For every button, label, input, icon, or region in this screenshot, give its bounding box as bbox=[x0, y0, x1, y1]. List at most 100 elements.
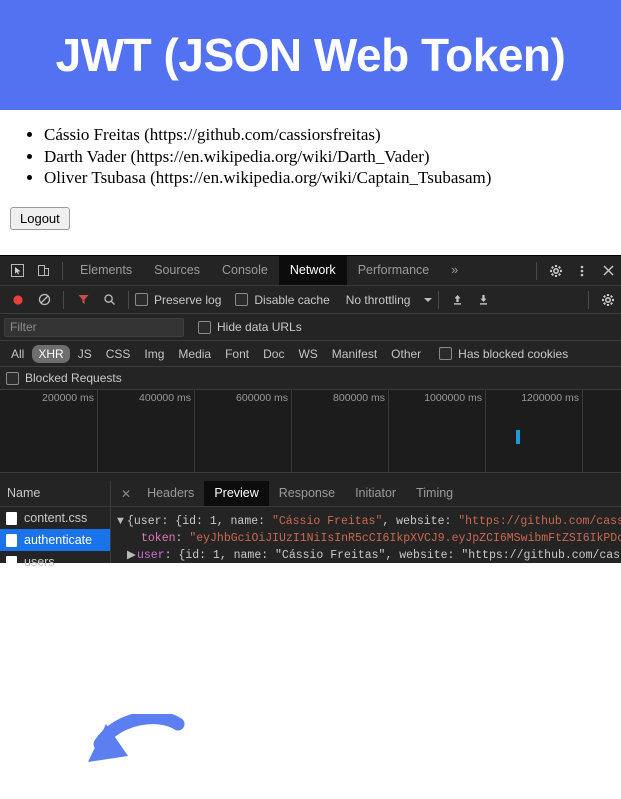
list-item: Oliver Tsubasa (https://en.wikipedia.org… bbox=[44, 167, 621, 189]
collapse-triangle-icon[interactable]: ▶ bbox=[127, 547, 137, 564]
gear-icon[interactable] bbox=[543, 258, 569, 284]
tab-response[interactable]: Response bbox=[269, 481, 345, 506]
tab-performance[interactable]: Performance bbox=[347, 256, 441, 285]
preview-value: "Cássio Freitas" bbox=[271, 515, 383, 528]
blocked-requests-label: Blocked Requests bbox=[25, 371, 122, 385]
request-row-authenticate[interactable]: authenticate bbox=[0, 529, 110, 551]
list-item: Darth Vader (https://en.wikipedia.org/wi… bbox=[44, 146, 621, 168]
timeline-tick: 400000 ms bbox=[97, 390, 195, 472]
file-icon bbox=[6, 511, 17, 525]
throttling-value: No throttling bbox=[345, 292, 411, 307]
checkbox-box bbox=[235, 293, 249, 306]
tab-initiator[interactable]: Initiator bbox=[345, 481, 406, 506]
preserve-log-checkbox[interactable]: Preserve log bbox=[135, 293, 221, 307]
devtools-tabbar: Elements Sources Console Network Perform… bbox=[0, 256, 621, 286]
preview-value: "https://github.com/cassio bbox=[458, 515, 621, 528]
network-bottom-split: Name content.css authenticate users ✕ He… bbox=[0, 481, 621, 569]
chevron-down-icon bbox=[423, 297, 432, 302]
blocked-requests-checkbox[interactable]: Blocked Requests bbox=[6, 371, 122, 385]
preview-json-viewer[interactable]: ▼ {user: {id: 1, name: "Cássio Freitas", … bbox=[111, 507, 621, 564]
device-toolbar-icon[interactable] bbox=[30, 258, 56, 284]
has-blocked-cookies-checkbox[interactable]: Has blocked cookies bbox=[439, 347, 568, 361]
type-filter-ws[interactable]: WS bbox=[292, 345, 323, 363]
checkbox-box bbox=[135, 293, 148, 306]
preview-text: , website: bbox=[382, 515, 459, 528]
list-item: Cássio Freitas (https://github.com/cassi… bbox=[44, 124, 621, 146]
divider bbox=[62, 261, 63, 280]
type-filter-img[interactable]: Img bbox=[138, 345, 170, 363]
request-detail-panel: ✕ Headers Preview Response Initiator Tim… bbox=[111, 481, 621, 563]
preview-line-token[interactable]: token: "eyJhbGciOiJIUzI1NiIsInR5cCI6IkpX… bbox=[117, 530, 621, 547]
checkbox-box bbox=[6, 371, 19, 385]
network-settings-gear-icon[interactable] bbox=[595, 287, 621, 313]
filter-funnel-icon[interactable] bbox=[70, 287, 96, 313]
close-icon[interactable] bbox=[595, 258, 621, 284]
checkbox-box bbox=[439, 347, 453, 360]
type-filter-doc[interactable]: Doc bbox=[257, 345, 290, 363]
request-row-content-css[interactable]: content.css bbox=[0, 507, 110, 529]
type-filter-js[interactable]: JS bbox=[72, 345, 98, 363]
filter-input[interactable]: Filter bbox=[4, 317, 184, 337]
hide-data-urls-label: Hide data URLs bbox=[217, 320, 302, 334]
preserve-log-label: Preserve log bbox=[154, 292, 222, 307]
preview-line-user[interactable]: ▶user: {id: 1, name: "Cássio Freitas", w… bbox=[117, 547, 621, 564]
tab-headers[interactable]: Headers bbox=[137, 481, 204, 506]
timeline-tick: 1200000 ms bbox=[485, 390, 583, 472]
divider bbox=[588, 290, 589, 309]
type-filter-other[interactable]: Other bbox=[385, 345, 427, 363]
clear-icon[interactable] bbox=[31, 287, 57, 313]
divider bbox=[437, 290, 439, 309]
timeline-tick: 1000000 ms bbox=[388, 390, 486, 472]
preview-value-token: "eyJhbGciOiJIUzI1NiIsInR5cCI6IkpXVCJ9.ey… bbox=[189, 532, 621, 545]
import-har-icon[interactable] bbox=[445, 287, 471, 313]
request-name: authenticate bbox=[24, 533, 93, 547]
request-list: Name content.css authenticate users bbox=[0, 481, 111, 569]
tab-console[interactable]: Console bbox=[211, 256, 279, 285]
network-overview-timeline[interactable]: 200000 ms 400000 ms 600000 ms 800000 ms … bbox=[0, 390, 621, 473]
logout-button[interactable]: Logout bbox=[10, 206, 70, 230]
close-detail-icon[interactable]: ✕ bbox=[115, 487, 137, 501]
type-filter-css[interactable]: CSS bbox=[100, 345, 137, 363]
search-icon[interactable] bbox=[96, 287, 122, 313]
tab-timing[interactable]: Timing bbox=[406, 481, 463, 506]
timeline-tick: 600000 ms bbox=[194, 390, 292, 472]
network-toolbar: Preserve log Disable cache No throttling bbox=[0, 286, 621, 314]
tab-sources[interactable]: Sources bbox=[143, 256, 211, 285]
tab-preview[interactable]: Preview bbox=[204, 481, 269, 506]
disable-cache-checkbox[interactable]: Disable cache bbox=[235, 292, 330, 307]
user-list: Cássio Freitas (https://github.com/cassi… bbox=[0, 124, 621, 189]
tab-elements[interactable]: Elements bbox=[69, 256, 143, 285]
timeline-tick-label: 800000 ms bbox=[333, 392, 385, 404]
type-filter-media[interactable]: Media bbox=[172, 345, 217, 363]
resource-type-filters: All XHR JS CSS Img Media Font Doc WS Man… bbox=[0, 341, 621, 367]
timeline-tick-label: 1000000 ms bbox=[424, 392, 482, 404]
request-name: users bbox=[24, 555, 55, 569]
export-har-icon[interactable] bbox=[471, 287, 497, 313]
expand-triangle-icon[interactable]: ▼ bbox=[117, 513, 127, 530]
type-filter-font[interactable]: Font bbox=[219, 345, 255, 363]
timeline-tick-label: 1200000 ms bbox=[521, 392, 579, 404]
timeline-tick-label: 600000 ms bbox=[236, 392, 288, 404]
record-icon[interactable] bbox=[5, 287, 31, 313]
timeline-tick-label: 200000 ms bbox=[42, 392, 94, 404]
blocked-requests-row: Blocked Requests bbox=[0, 367, 621, 390]
divider bbox=[128, 290, 129, 309]
type-filter-manifest[interactable]: Manifest bbox=[326, 345, 383, 363]
preview-key-token: token bbox=[141, 532, 176, 545]
preview-text: {user: {id: 1, name: bbox=[127, 515, 272, 528]
page-title: JWT (JSON Web Token) bbox=[55, 29, 566, 81]
inspect-cursor-icon[interactable] bbox=[4, 258, 30, 284]
more-tabs-button[interactable]: » bbox=[440, 256, 469, 285]
hide-data-urls-checkbox[interactable]: Hide data URLs bbox=[198, 320, 302, 334]
tab-network[interactable]: Network bbox=[278, 256, 347, 285]
request-row-users[interactable]: users bbox=[0, 551, 110, 573]
disable-cache-label: Disable cache bbox=[254, 292, 330, 307]
throttling-select[interactable]: No throttling bbox=[346, 293, 432, 307]
type-filter-all[interactable]: All bbox=[5, 345, 30, 363]
type-filter-xhr[interactable]: XHR bbox=[32, 344, 70, 363]
request-timeline-marker bbox=[516, 430, 520, 444]
preview-line-root[interactable]: ▼ {user: {id: 1, name: "Cássio Freitas", … bbox=[117, 513, 621, 530]
kebab-menu-icon[interactable] bbox=[569, 258, 595, 284]
preview-key-user: user bbox=[137, 549, 165, 562]
column-header-name[interactable]: Name bbox=[0, 481, 110, 507]
